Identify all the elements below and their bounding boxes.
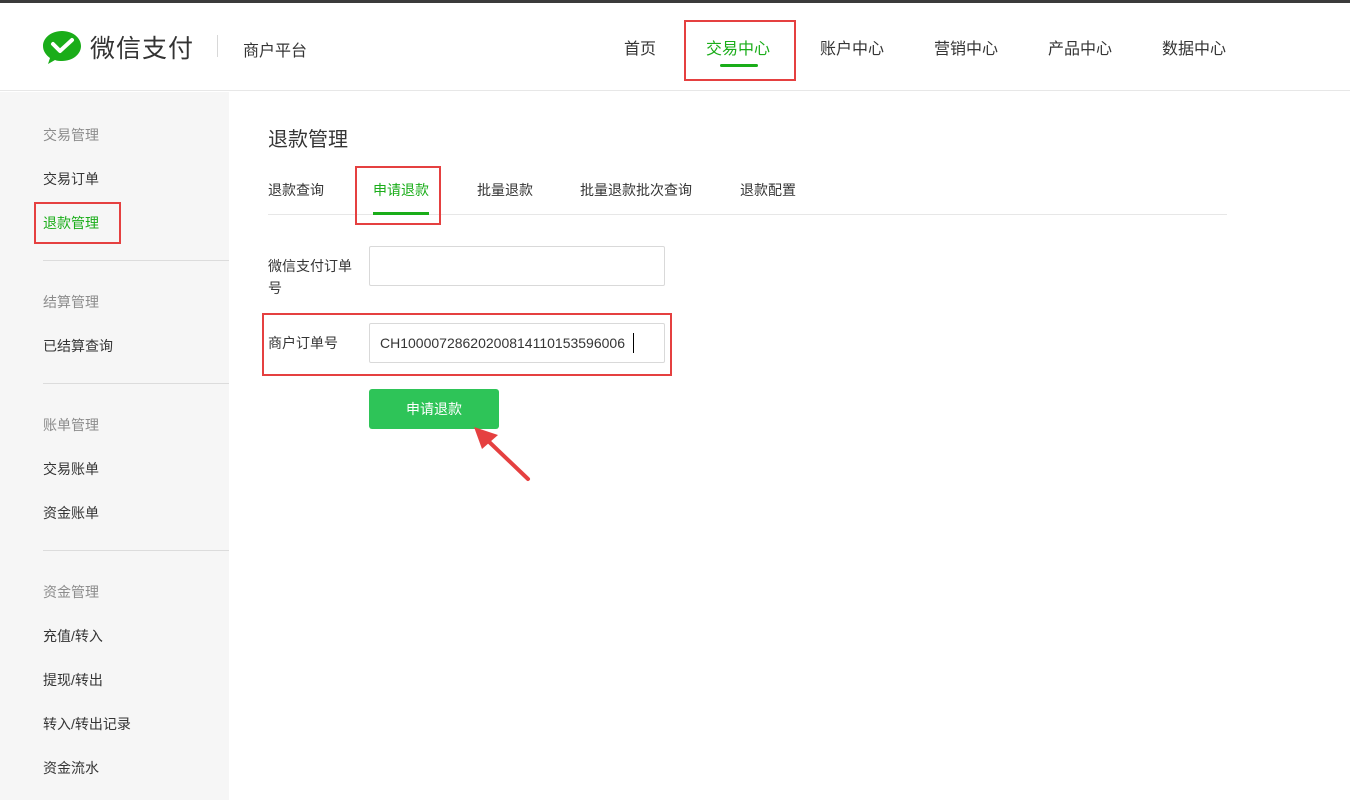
sidebar-group-title: 交易管理 [43, 127, 99, 143]
merchant-order-label: 商户订单号 [268, 335, 338, 351]
sidebar-item-withdraw[interactable]: 提现/转出 [43, 670, 103, 690]
sidebar [0, 92, 229, 800]
highlight-box-nav [684, 20, 796, 81]
apply-refund-button[interactable]: 申请退款 [369, 389, 499, 429]
sidebar-item-transfer-records[interactable]: 转入/转出记录 [43, 714, 131, 734]
sidebar-group-title: 资金管理 [43, 584, 99, 600]
header: 微信支付 商户平台 首页 交易中心 账户中心 营销中心 产品中心 数据中心 [0, 3, 1350, 91]
brand-name: 微信支付 [90, 35, 195, 63]
nav-account[interactable]: 账户中心 [820, 35, 884, 59]
platform-title: 商户平台 [243, 43, 308, 60]
wx-order-label: 微信支付订单号 [268, 258, 352, 296]
sidebar-item-trade-bill[interactable]: 交易账单 [43, 459, 99, 479]
wx-order-input[interactable] [369, 246, 665, 286]
sidebar-item-settled[interactable]: 已结算查询 [43, 336, 113, 356]
wechat-pay-icon [43, 31, 81, 64]
tab-refund-config[interactable]: 退款配置 [740, 180, 796, 200]
sidebar-item-recharge[interactable]: 充值/转入 [43, 626, 103, 646]
wechat-pay-logo[interactable]: 微信支付 [42, 29, 194, 65]
tab-batch-refund-query[interactable]: 批量退款批次查询 [580, 180, 692, 200]
sidebar-divider [43, 550, 229, 551]
text-caret [633, 333, 634, 353]
nav-data[interactable]: 数据中心 [1162, 35, 1226, 59]
sidebar-divider [43, 383, 229, 384]
nav-products[interactable]: 产品中心 [1048, 35, 1112, 59]
page-title: 退款管理 [268, 129, 348, 151]
tab-batch-refund[interactable]: 批量退款 [477, 180, 533, 200]
nav-home[interactable]: 首页 [624, 35, 656, 59]
sidebar-item-fund-flow[interactable]: 资金流水 [43, 758, 99, 778]
nav-marketing[interactable]: 营销中心 [934, 35, 998, 59]
sidebar-divider [43, 260, 229, 261]
arrow-annotation-icon [474, 427, 530, 481]
merchant-order-input[interactable] [369, 323, 665, 363]
sidebar-group-title: 账单管理 [43, 417, 99, 433]
sidebar-item-orders[interactable]: 交易订单 [43, 169, 99, 189]
sidebar-group-title: 结算管理 [43, 294, 99, 310]
brand-divider [217, 35, 218, 57]
highlight-box-sidebar [34, 202, 121, 244]
sidebar-item-fund-bill[interactable]: 资金账单 [43, 503, 99, 523]
tab-refund-query[interactable]: 退款查询 [268, 180, 324, 200]
highlight-box-tab [355, 166, 441, 225]
